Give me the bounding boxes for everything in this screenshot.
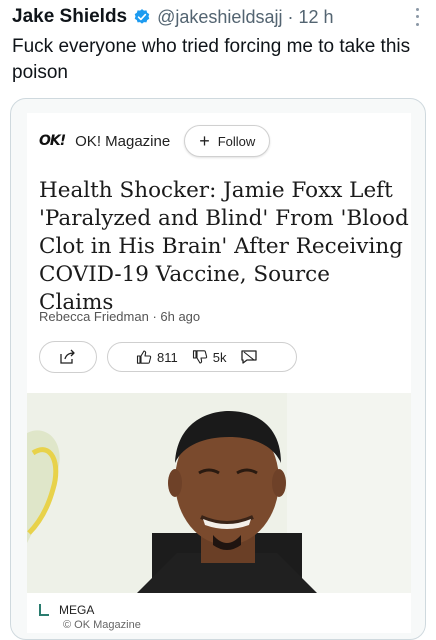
image-credit-row: MEGA: [39, 603, 94, 617]
tweet-header: Jake Shields @jakeshieldsajj · 12 h: [12, 4, 424, 30]
plus-icon: +: [199, 131, 210, 151]
reactions-bar: 811 5k: [107, 342, 297, 372]
article-byline: Rebecca Friedman · 6h ago: [39, 309, 201, 324]
more-options-icon[interactable]: [414, 6, 420, 28]
thumbs-down-icon[interactable]: [192, 349, 208, 365]
portrait-image: [27, 393, 411, 593]
comment-icon[interactable]: [240, 349, 258, 365]
author-name[interactable]: Jake Shields: [12, 6, 127, 28]
credit-bracket-icon: [39, 604, 49, 616]
follow-button[interactable]: + Follow: [184, 125, 271, 157]
tweet-text: Fuck everyone who tried forcing me to ta…: [12, 36, 411, 83]
source-name[interactable]: OK! Magazine: [75, 133, 170, 150]
source-logo: OK!: [39, 133, 66, 149]
share-icon: [60, 349, 75, 364]
thumbs-up-icon[interactable]: [136, 349, 152, 365]
link-preview-card[interactable]: OK! OK! Magazine + Follow Health Shocker…: [10, 98, 426, 640]
verified-badge-icon: [134, 9, 150, 24]
article-headline[interactable]: Health Shocker: Jamie Foxx Left 'Paralyz…: [39, 177, 411, 317]
dislike-count: 5k: [212, 349, 227, 365]
share-button[interactable]: [39, 341, 97, 373]
article-preview[interactable]: OK! OK! Magazine + Follow Health Shocker…: [27, 113, 411, 633]
follow-label: Follow: [217, 133, 256, 149]
separator-dot: ·: [287, 6, 294, 27]
author-handle[interactable]: @jakeshieldsajj: [157, 7, 282, 28]
tweet-timestamp[interactable]: 12 h: [298, 7, 333, 28]
image-credit: MEGA: [59, 603, 95, 617]
copyright-text: © OK Magazine: [63, 619, 141, 631]
source-row: OK! OK! Magazine + Follow: [39, 125, 271, 157]
article-photo[interactable]: [27, 393, 411, 593]
article-actions: 811 5k: [39, 341, 297, 373]
like-count: 811: [157, 349, 178, 365]
